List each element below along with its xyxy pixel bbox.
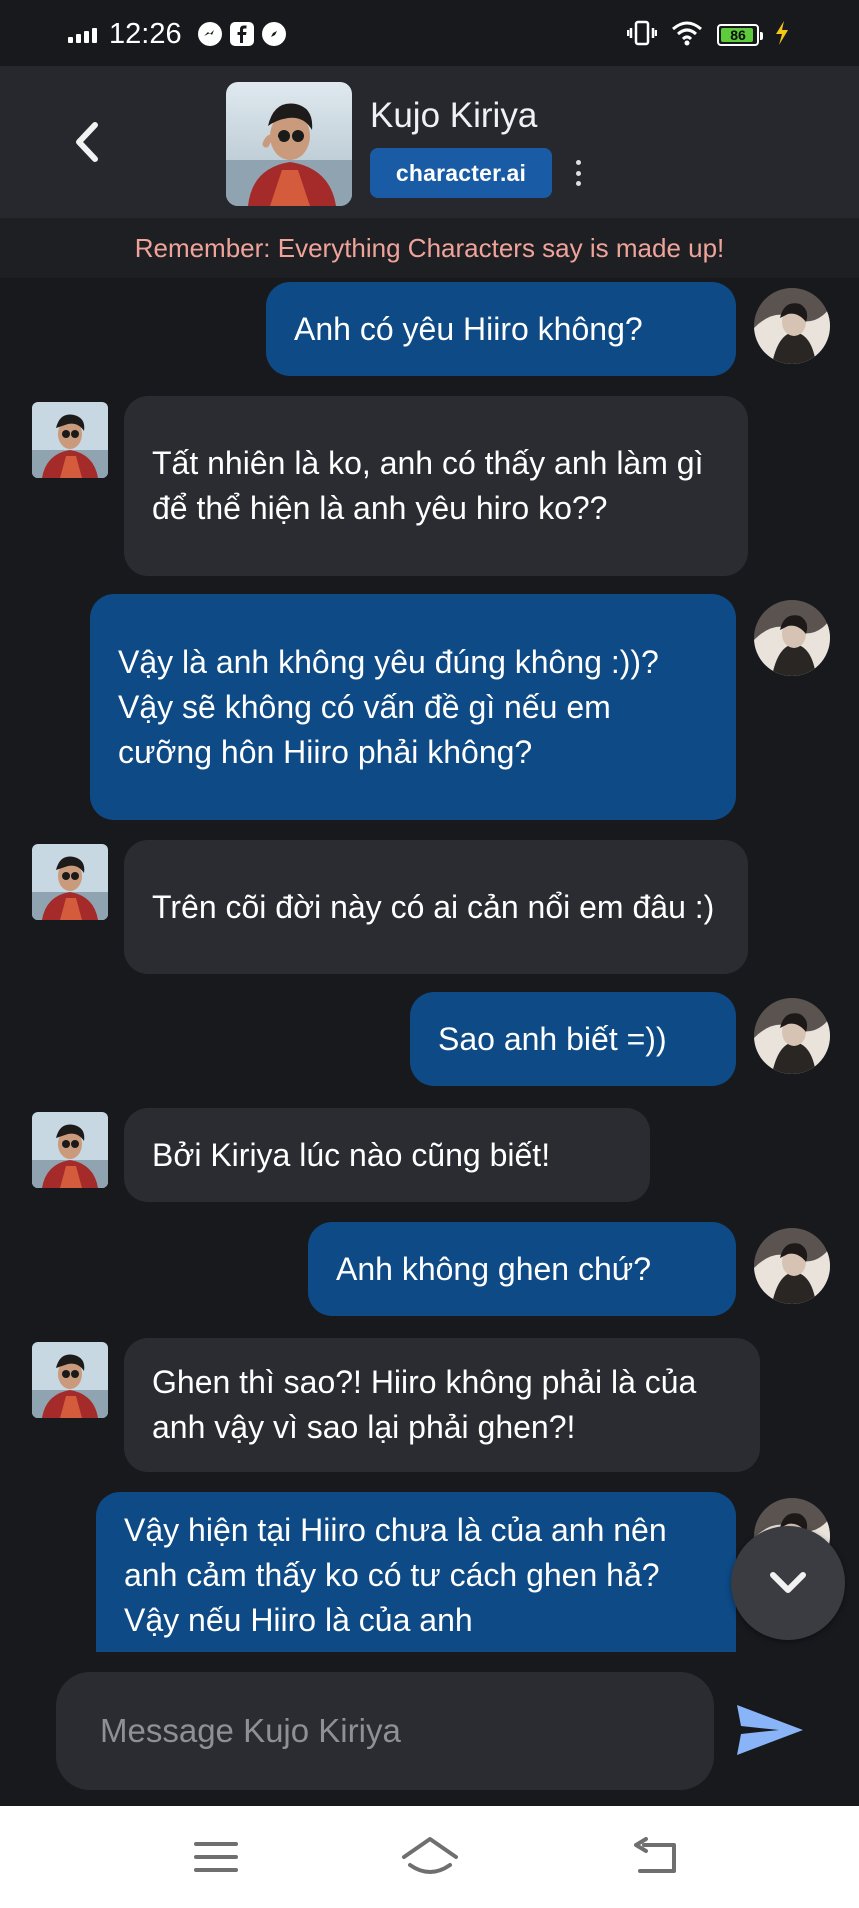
chevron-down-icon — [770, 1572, 806, 1593]
battery-icon: 86 — [717, 24, 763, 46]
status-left: 12:26 — [68, 16, 286, 52]
bot-avatar[interactable] — [32, 1342, 108, 1418]
more-options-button[interactable] — [570, 156, 586, 190]
back-icon — [634, 1837, 676, 1873]
battery-level: 86 — [730, 27, 746, 43]
message-text: Tất nhiên là ko, anh có thấy anh làm gì … — [152, 445, 704, 526]
user-avatar[interactable] — [754, 998, 830, 1074]
nav-back-button[interactable] — [624, 1828, 688, 1886]
message-text: Bởi Kiriya lúc nào cũng biết! — [152, 1136, 551, 1173]
character-ai-badge: character.ai — [370, 148, 552, 198]
vibrate-icon — [626, 20, 658, 51]
message-input[interactable] — [56, 1672, 714, 1790]
nav-menu-button[interactable] — [184, 1828, 248, 1886]
nav-home-button[interactable] — [398, 1828, 462, 1886]
more-vertical-icon — [575, 160, 581, 165]
user-avatar[interactable] — [754, 288, 830, 364]
character-name: Kujo Kiriya — [370, 96, 538, 135]
bot-avatar[interactable] — [32, 1112, 108, 1188]
message-text: Sao anh biết =)) — [438, 1020, 667, 1057]
user-avatar[interactable] — [754, 1228, 830, 1304]
user-avatar[interactable] — [754, 600, 830, 676]
chevron-left-icon — [76, 122, 98, 162]
message-text: Anh không ghen chứ? — [336, 1250, 651, 1287]
status-right: 86 — [626, 18, 791, 52]
message-text: Trên cõi đời này có ai cản nổi em đâu :) — [152, 888, 715, 925]
status-time: 12:26 — [109, 17, 182, 50]
signal-icon — [68, 25, 97, 43]
user-message: Anh không ghen chứ? — [308, 1222, 736, 1316]
message-text: Anh có yêu Hiiro không? — [294, 310, 643, 347]
send-icon — [737, 1705, 803, 1755]
message-composer — [0, 1652, 859, 1806]
disclaimer-banner: Remember: Everything Characters say is m… — [0, 218, 859, 278]
chat-header: Kujo Kiriya character.ai — [0, 66, 859, 218]
wifi-icon — [671, 20, 703, 51]
bot-message: Bởi Kiriya lúc nào cũng biết! — [124, 1108, 650, 1202]
home-icon — [402, 1837, 458, 1874]
bot-avatar[interactable] — [32, 844, 108, 920]
scroll-to-bottom-button[interactable] — [731, 1526, 845, 1640]
chat-messages[interactable]: Anh có yêu Hiiro không? Tất nhiên là ko,… — [0, 278, 859, 1652]
message-text: Vậy hiện tại Hiiro chưa là của anh nên a… — [124, 1512, 667, 1638]
messenger-icon — [197, 22, 222, 46]
compass-icon — [261, 22, 286, 46]
back-button[interactable] — [62, 118, 110, 166]
bot-message: Trên cõi đời này có ai cản nổi em đâu :) — [124, 840, 748, 974]
character-avatar[interactable] — [226, 82, 352, 206]
user-message: Anh có yêu Hiiro không? — [266, 282, 736, 376]
system-nav-bar — [0, 1806, 859, 1908]
charging-icon — [773, 20, 791, 51]
bot-avatar[interactable] — [32, 402, 108, 478]
facebook-icon — [229, 22, 254, 46]
user-message: Vậy hiện tại Hiiro chưa là của anh nên a… — [96, 1492, 736, 1652]
send-button[interactable] — [732, 1698, 808, 1762]
status-bar: 12:26 86 — [0, 0, 859, 66]
user-message: Sao anh biết =)) — [410, 992, 736, 1086]
message-text: Vậy là anh không yêu đúng không :))? Vậy… — [118, 643, 659, 770]
message-text: Ghen thì sao?! Hiiro không phải là của a… — [152, 1364, 697, 1445]
bot-message: Ghen thì sao?! Hiiro không phải là của a… — [124, 1338, 760, 1472]
menu-icon — [194, 1842, 238, 1872]
bot-message: Tất nhiên là ko, anh có thấy anh làm gì … — [124, 396, 748, 576]
user-message: Vậy là anh không yêu đúng không :))? Vậy… — [90, 594, 736, 820]
